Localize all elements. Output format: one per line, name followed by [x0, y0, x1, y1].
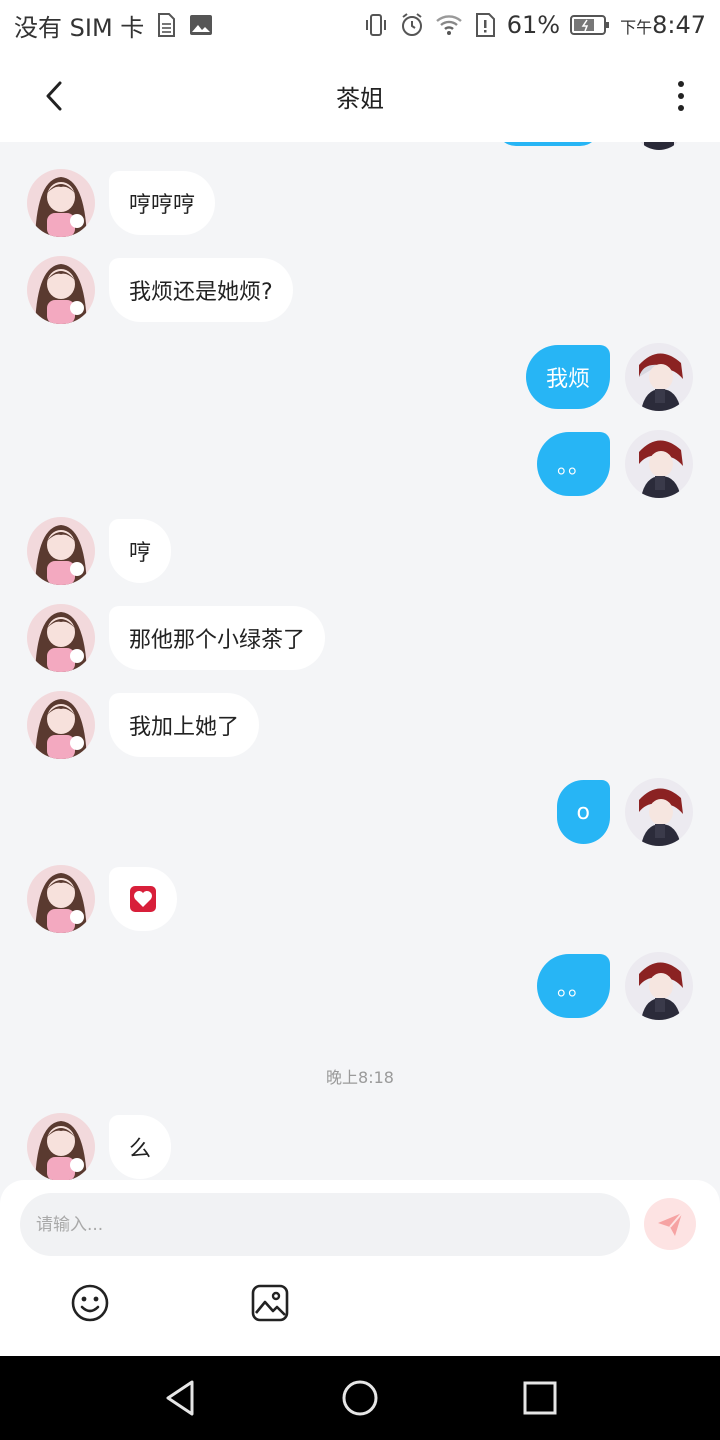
message-row: 我烦还是她烦?	[0, 255, 720, 325]
emoji-icon	[71, 1284, 109, 1322]
message-bubble-incoming[interactable]: 哼哼哼	[109, 171, 216, 235]
send-icon	[658, 1212, 683, 1236]
avatar-female[interactable]	[27, 865, 95, 933]
message-row: o	[0, 777, 720, 847]
message-bubble-outgoing[interactable]: 。。	[536, 954, 610, 1018]
message-timestamp: 晚上8:18	[326, 1068, 394, 1087]
wifi-icon	[435, 13, 463, 37]
carrier-label: 没有 SIM 卡	[14, 13, 145, 42]
image-button[interactable]	[249, 1282, 291, 1324]
message-row: 我加上她了	[0, 690, 720, 760]
status-bar: 没有 SIM 卡 61% 下午8:47	[0, 0, 720, 50]
message-list[interactable]: 哼哼哼 我烦还是她烦? 我烦 。。 哼 那他那个小绿茶了 我加上她了 o 。。 …	[0, 142, 720, 1180]
avatar-male[interactable]	[625, 430, 693, 498]
message-row: 我烦	[0, 342, 720, 412]
back-button[interactable]	[36, 78, 72, 114]
recents-square-icon	[523, 1381, 557, 1415]
avatar-female[interactable]	[27, 169, 95, 237]
time-prefix: 下午	[620, 18, 653, 37]
vibrate-icon	[363, 13, 389, 37]
more-options-button[interactable]	[666, 74, 696, 118]
message-row: 哼	[0, 516, 720, 586]
message-row: 么	[0, 1112, 720, 1180]
image-icon	[188, 13, 214, 37]
avatar-female[interactable]	[27, 604, 95, 672]
chat-header: 茶姐	[0, 50, 720, 142]
chevron-left-icon	[46, 81, 62, 111]
more-dot	[678, 105, 684, 111]
message-bubble-incoming[interactable]: 哼	[109, 519, 172, 583]
home-circle-icon	[342, 1380, 378, 1416]
message-row: 。。	[0, 429, 720, 499]
composer-panel	[0, 1180, 720, 1356]
message-bubble-incoming[interactable]: 么	[109, 1115, 172, 1179]
alert-icon	[473, 12, 497, 38]
message-row: 那他那个小绿茶了	[0, 603, 720, 673]
avatar-male[interactable]	[625, 952, 693, 1020]
message-bubble-incoming[interactable]: 我加上她了	[109, 693, 260, 757]
battery-percent: 61%	[506, 11, 561, 39]
chat-title: 茶姐	[336, 84, 384, 113]
clock: 下午8:47	[620, 11, 706, 39]
avatar-male-partial	[634, 142, 684, 150]
message-row: 。。	[0, 951, 720, 1021]
avatar-male[interactable]	[625, 778, 693, 846]
system-nav-bar	[0, 1356, 720, 1440]
nav-recents-button[interactable]	[518, 1376, 562, 1420]
alarm-icon	[399, 12, 425, 38]
heart-emoji-icon	[130, 886, 156, 912]
avatar-female[interactable]	[27, 256, 95, 324]
nav-home-button[interactable]	[338, 1376, 382, 1420]
message-input[interactable]	[20, 1193, 630, 1256]
avatar-female[interactable]	[27, 517, 95, 585]
avatar-female[interactable]	[27, 1113, 95, 1180]
back-triangle-icon	[166, 1380, 194, 1416]
send-button[interactable]	[644, 1198, 696, 1250]
more-dot	[678, 93, 684, 99]
message-bubble-outgoing[interactable]: 我烦	[525, 345, 610, 409]
battery-icon	[570, 14, 610, 36]
time-value: 8:47	[652, 11, 706, 39]
avatar-male[interactable]	[625, 343, 693, 411]
message-bubble-incoming[interactable]: 那他那个小绿茶了	[109, 606, 326, 670]
sim-card-icon	[154, 12, 178, 38]
more-vertical-icon	[678, 81, 684, 87]
message-row: 哼哼哼	[0, 168, 720, 238]
avatar-female[interactable]	[27, 691, 95, 759]
message-bubble-outgoing[interactable]: o	[556, 780, 610, 844]
message-bubble-outgoing[interactable]: 。。	[536, 432, 610, 496]
image-icon	[251, 1284, 289, 1322]
message-bubble-incoming[interactable]	[109, 867, 177, 931]
partial-message-bubble	[496, 142, 600, 146]
emoji-button[interactable]	[69, 1282, 111, 1324]
nav-back-button[interactable]	[158, 1376, 202, 1420]
message-bubble-incoming[interactable]: 我烦还是她烦?	[109, 258, 293, 322]
message-row	[0, 864, 720, 934]
